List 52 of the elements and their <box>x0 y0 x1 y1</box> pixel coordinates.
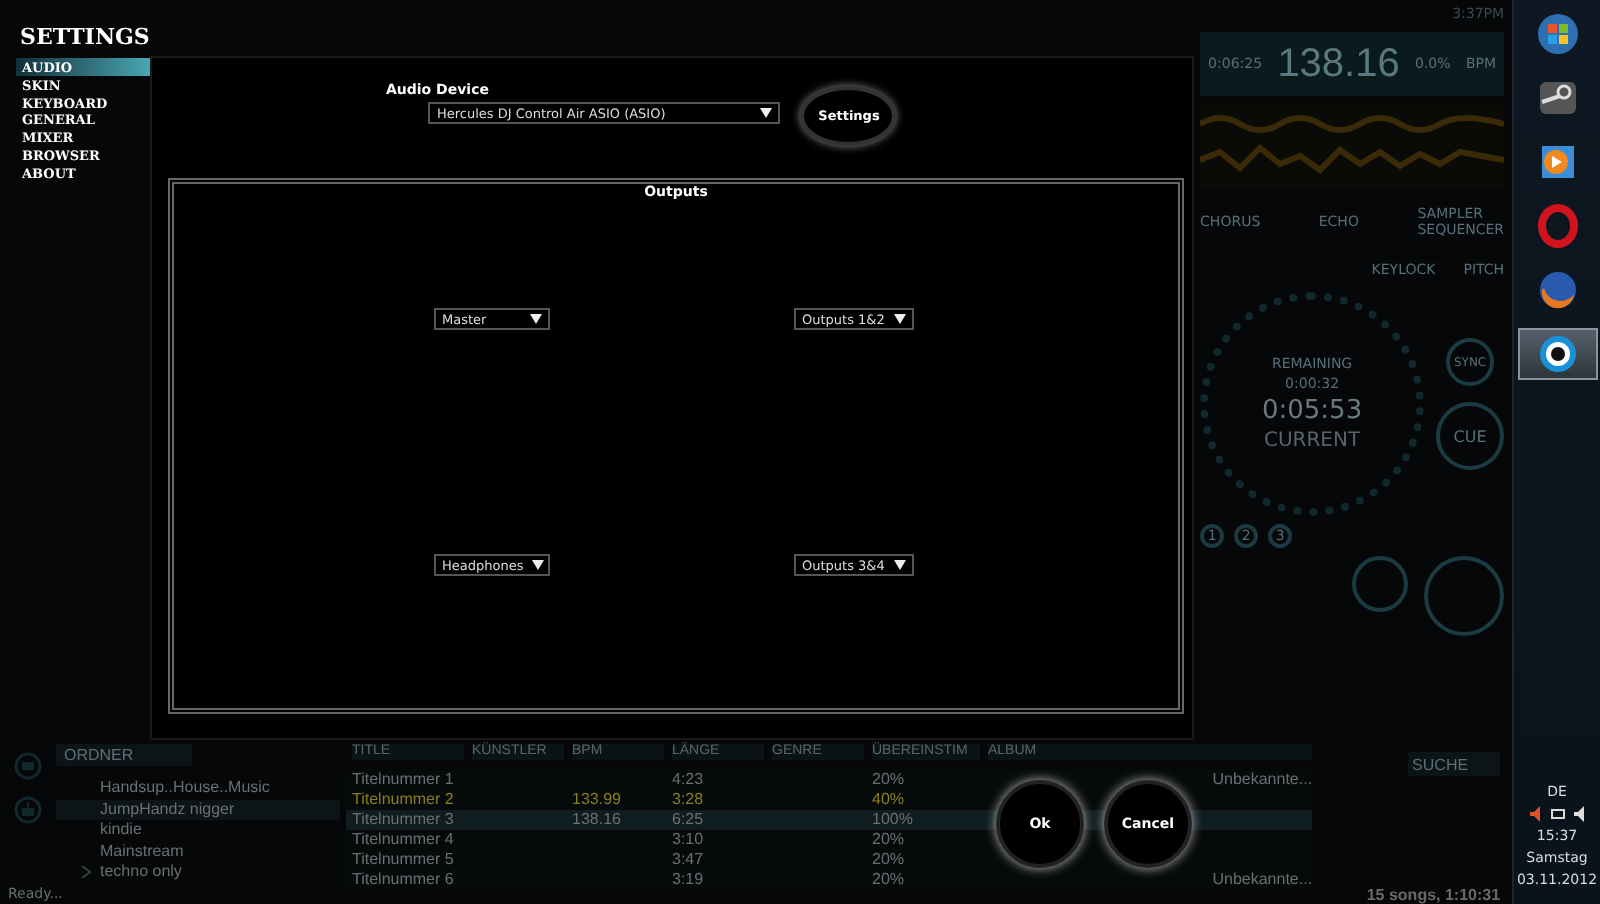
table-cell-text: 3:28 <box>672 790 706 810</box>
search-field[interactable]: SUCHE <box>1408 752 1501 776</box>
table-cell: Unbekannte... <box>1212 870 1313 890</box>
song-count: 15 songs, 1:10:31 <box>1366 886 1501 904</box>
table-cell-text: Titelnummer 2 <box>352 790 456 810</box>
track-row[interactable]: Titelnummer 6 3:19 20% Unbekannte... <box>346 870 1313 890</box>
folder-item[interactable]: Mainstream <box>56 841 340 862</box>
folder-item[interactable]: Handsup..House..Music <box>56 778 340 799</box>
caret-icon <box>531 560 544 570</box>
folder-item[interactable]: kindie <box>56 820 340 841</box>
chevron-icon <box>80 866 92 878</box>
caret-icon <box>894 560 906 570</box>
table-cell-text: 3:10 <box>672 830 706 850</box>
table-cell-text: Titelnummer 4 <box>352 830 456 850</box>
table-cell-text: 6:25 <box>672 810 706 830</box>
firefox-logo-icon <box>1535 268 1580 312</box>
steam-icon <box>1535 76 1580 120</box>
table-cell-text: 4:23 <box>672 770 706 790</box>
table-cell-text: 138.16 <box>572 810 623 830</box>
table-cell-text: 3:19 <box>672 870 706 890</box>
table-cell-text: 20% <box>872 870 907 890</box>
table-cell-text: 3:47 <box>672 850 706 870</box>
table-cell-text: 133.99 <box>572 790 623 810</box>
table-cell-text: 20% <box>872 850 907 870</box>
speaker-icon <box>1527 806 1544 822</box>
table-cell-text: 40% <box>872 790 907 810</box>
table-cell-text: 20% <box>872 830 907 850</box>
cue-button[interactable]: CUE <box>1436 402 1505 470</box>
taskbar-app-button[interactable] <box>1517 328 1598 380</box>
settings-title: SETTINGS <box>20 24 150 50</box>
folders-header: ORDNER <box>56 744 192 766</box>
table-cell: Unbekannte... <box>1212 770 1313 790</box>
caret-icon <box>760 108 773 118</box>
current-time: 0:05:53 <box>1261 396 1363 426</box>
table-cell-text: Titelnummer 5 <box>352 850 456 870</box>
track-row[interactable]: Titelnummer 1 4:23 20% Unbekannte... <box>346 770 1313 790</box>
volume-icon <box>1571 806 1588 822</box>
bpm-readout: 138.16 <box>1277 41 1400 87</box>
current-label: CURRENT <box>1263 430 1361 452</box>
dj-app-icon <box>1535 332 1580 376</box>
table-cell-text: Titelnummer 3 <box>352 810 456 830</box>
folder-item[interactable]: JumpHandz nigger <box>56 799 340 820</box>
table-cell-text: Titelnummer 1 <box>352 770 456 790</box>
table-cell-text: 100% <box>872 810 915 830</box>
table-cell-text: Titelnummer 6 <box>352 870 456 890</box>
folder-item[interactable]: techno only <box>56 862 340 883</box>
network-icon <box>1549 806 1566 822</box>
caret-icon <box>894 314 906 324</box>
caret-icon <box>530 314 542 324</box>
opera-logo-icon <box>1535 204 1580 248</box>
windows-logo-icon <box>1535 12 1580 56</box>
table-cell-text: 20% <box>872 770 907 790</box>
